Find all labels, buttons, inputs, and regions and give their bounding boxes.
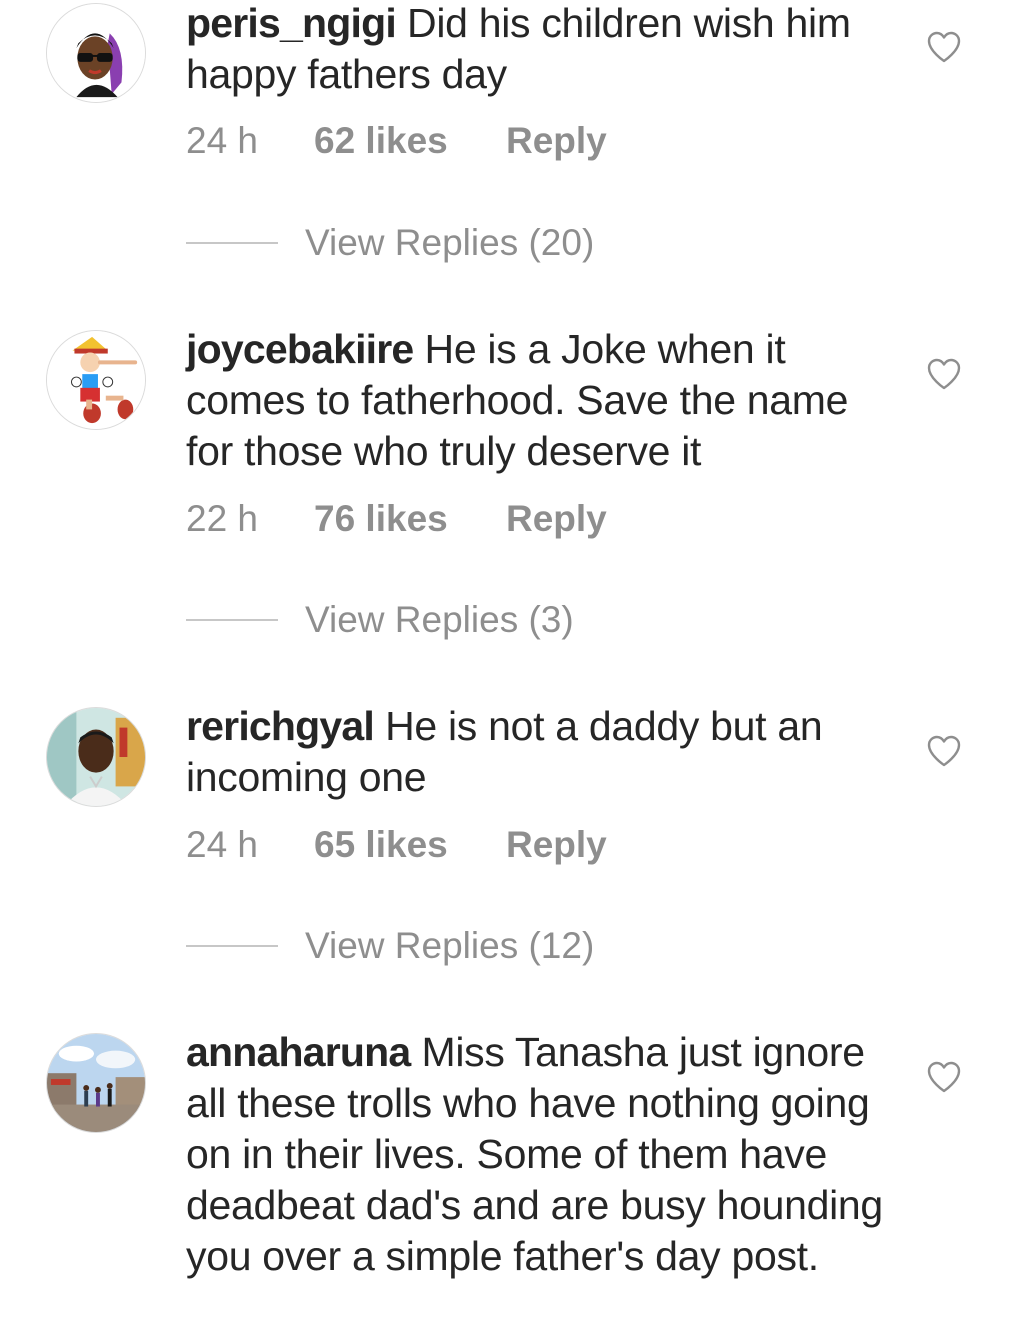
comment-username[interactable]: annaharuna [186,1029,411,1075]
bitmoji-avatar-icon [47,4,145,102]
street-photo-avatar-icon [47,1034,145,1132]
user-avatar[interactable] [46,707,146,807]
comment-text: peris_ngigi Did his children wish him ha… [186,0,906,100]
comment-username[interactable]: joycebakiire [186,326,414,372]
user-avatar[interactable] [46,3,146,103]
view-replies-label: View Replies (20) [305,222,595,263]
photo-avatar-icon [47,708,145,806]
view-replies-button[interactable]: View Replies (20) [186,220,786,266]
comment-username[interactable]: peris_ngigi [186,0,397,46]
view-replies-label: View Replies (3) [305,599,574,640]
comment-text: joycebakiire He is a Joke when it comes … [186,324,906,477]
view-replies-button[interactable]: View Replies (3) [186,597,786,643]
view-replies-divider [186,945,278,947]
like-heart-icon[interactable] [926,357,962,391]
reply-button[interactable]: Reply [506,497,607,541]
comment-time: 24 h [186,824,259,865]
view-replies-label: View Replies (12) [305,925,595,966]
view-replies-button[interactable]: View Replies (12) [186,923,786,969]
reply-button[interactable]: Reply [506,119,607,163]
comment-time: 22 h [186,498,259,539]
like-heart-icon[interactable] [926,734,962,768]
user-avatar[interactable] [46,1033,146,1133]
view-replies-divider [186,242,278,244]
like-heart-icon[interactable] [926,30,962,64]
comment-time: 24 h [186,120,259,161]
comment-username[interactable]: rerichgyal [186,703,375,749]
comment-likes[interactable]: 62 likes [314,119,448,163]
comment-text: rerichgyal He is not a daddy but an inco… [186,701,906,803]
comment-likes[interactable]: 76 likes [314,497,448,541]
view-replies-divider [186,619,278,621]
reply-button[interactable]: Reply [506,823,607,867]
pinocchio-avatar-icon [47,331,145,429]
comment-text: annaharuna Miss Tanasha just ignore all … [186,1027,906,1282]
user-avatar[interactable] [46,330,146,430]
comment-likes[interactable]: 65 likes [314,823,448,867]
like-heart-icon[interactable] [926,1060,962,1094]
